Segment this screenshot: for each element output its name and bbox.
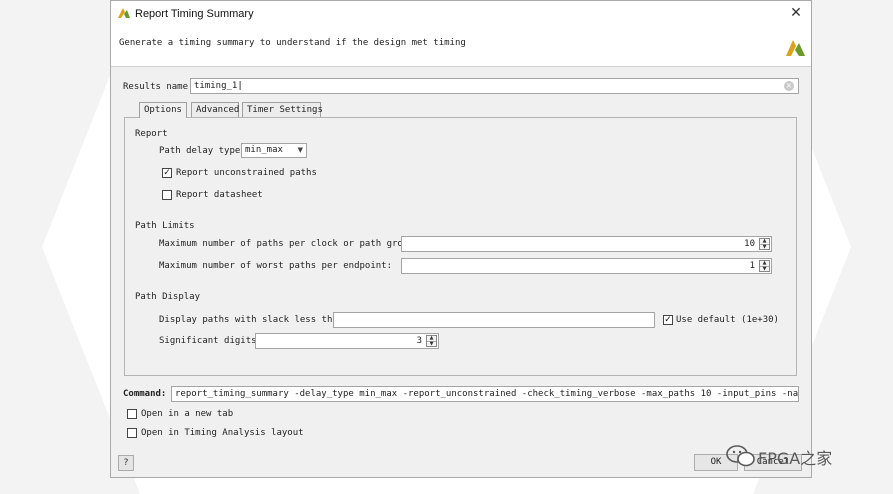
use-default-checkbox[interactable]: ✓: [663, 315, 673, 325]
results-name-label: Results name:: [123, 82, 194, 92]
arrow-down-icon[interactable]: ▼: [427, 341, 436, 347]
path-delay-value: min_max: [245, 145, 283, 155]
max-paths-stepper[interactable]: ▲ ▼: [759, 238, 770, 250]
title-bar: Report Timing Summary ✕: [111, 1, 811, 28]
tab-timer-settings[interactable]: Timer Settings: [242, 102, 323, 117]
path-delay-select[interactable]: min_max ▼: [241, 143, 307, 158]
chevron-down-icon: ▼: [297, 146, 303, 154]
significant-digits-stepper[interactable]: ▲ ▼: [426, 335, 437, 347]
close-icon[interactable]: ✕: [787, 4, 805, 22]
watermark: FPGA之家: [724, 441, 874, 471]
max-paths-value: 10: [744, 239, 755, 249]
vivado-logo-icon: [118, 7, 130, 22]
report-unconstrained-label: Report unconstrained paths: [176, 168, 317, 178]
significant-digits-value: 3: [416, 336, 422, 346]
dialog-description: Generate a timing summary to understand …: [119, 38, 466, 48]
command-label: Command:: [123, 389, 167, 399]
description-banner: Generate a timing summary to understand …: [111, 28, 811, 67]
significant-digits-spinner[interactable]: 3 ▲ ▼: [255, 333, 439, 349]
open-new-tab-label: Open in a new tab: [141, 409, 234, 419]
use-default-label: Use default (1e+30): [676, 315, 779, 325]
results-name-value: timing_1: [194, 81, 238, 91]
significant-digits-label: Significant digits:: [159, 336, 262, 346]
clear-icon[interactable]: ×: [784, 81, 794, 91]
tab-options-label: Options: [144, 105, 182, 115]
max-paths-spinner[interactable]: 10 ▲ ▼: [401, 236, 772, 252]
report-datasheet-label: Report datasheet: [176, 190, 263, 200]
help-button[interactable]: ?: [118, 455, 134, 471]
arrow-down-icon[interactable]: ▼: [760, 244, 769, 250]
tab-advanced[interactable]: Advanced: [191, 102, 239, 117]
max-worst-paths-value: 1: [749, 261, 755, 271]
report-timing-summary-dialog: Report Timing Summary ✕ Generate a timin…: [110, 0, 812, 478]
slack-threshold-label: Display paths with slack less than:: [159, 315, 349, 325]
results-name-input[interactable]: timing_1| ×: [190, 78, 799, 94]
command-field[interactable]: report_timing_summary -delay_type min_ma…: [171, 386, 799, 402]
tab-options[interactable]: Options: [139, 102, 187, 118]
options-panel: Report Path delay type: min_max ▼ ✓ Repo…: [124, 117, 797, 376]
wechat-icon: [726, 444, 756, 472]
tab-timer-settings-label: Timer Settings: [247, 105, 323, 115]
dialog-title: Report Timing Summary: [135, 8, 254, 20]
xilinx-logo-icon: [784, 36, 806, 61]
path-display-heading: Path Display: [135, 292, 201, 302]
open-new-tab-checkbox[interactable]: [127, 409, 137, 419]
max-paths-label: Maximum number of paths per clock or pat…: [159, 239, 420, 249]
max-worst-paths-spinner[interactable]: 1 ▲ ▼: [401, 258, 772, 274]
open-timing-layout-checkbox[interactable]: [127, 428, 137, 438]
open-timing-layout-label: Open in Timing Analysis layout: [141, 428, 304, 438]
tab-advanced-label: Advanced: [196, 105, 240, 115]
max-worst-paths-label: Maximum number of worst paths per endpoi…: [159, 261, 392, 271]
path-delay-label: Path delay type:: [159, 146, 246, 156]
slack-threshold-input[interactable]: [333, 312, 655, 328]
report-section-heading: Report: [135, 129, 168, 139]
path-limits-heading: Path Limits: [135, 221, 195, 231]
command-text: report_timing_summary -delay_type min_ma…: [175, 389, 799, 399]
arrow-down-icon[interactable]: ▼: [760, 266, 769, 272]
watermark-text: FPGA之家: [758, 449, 833, 468]
report-datasheet-checkbox[interactable]: [162, 190, 172, 200]
max-worst-paths-stepper[interactable]: ▲ ▼: [759, 260, 770, 272]
report-unconstrained-checkbox[interactable]: ✓: [162, 168, 172, 178]
